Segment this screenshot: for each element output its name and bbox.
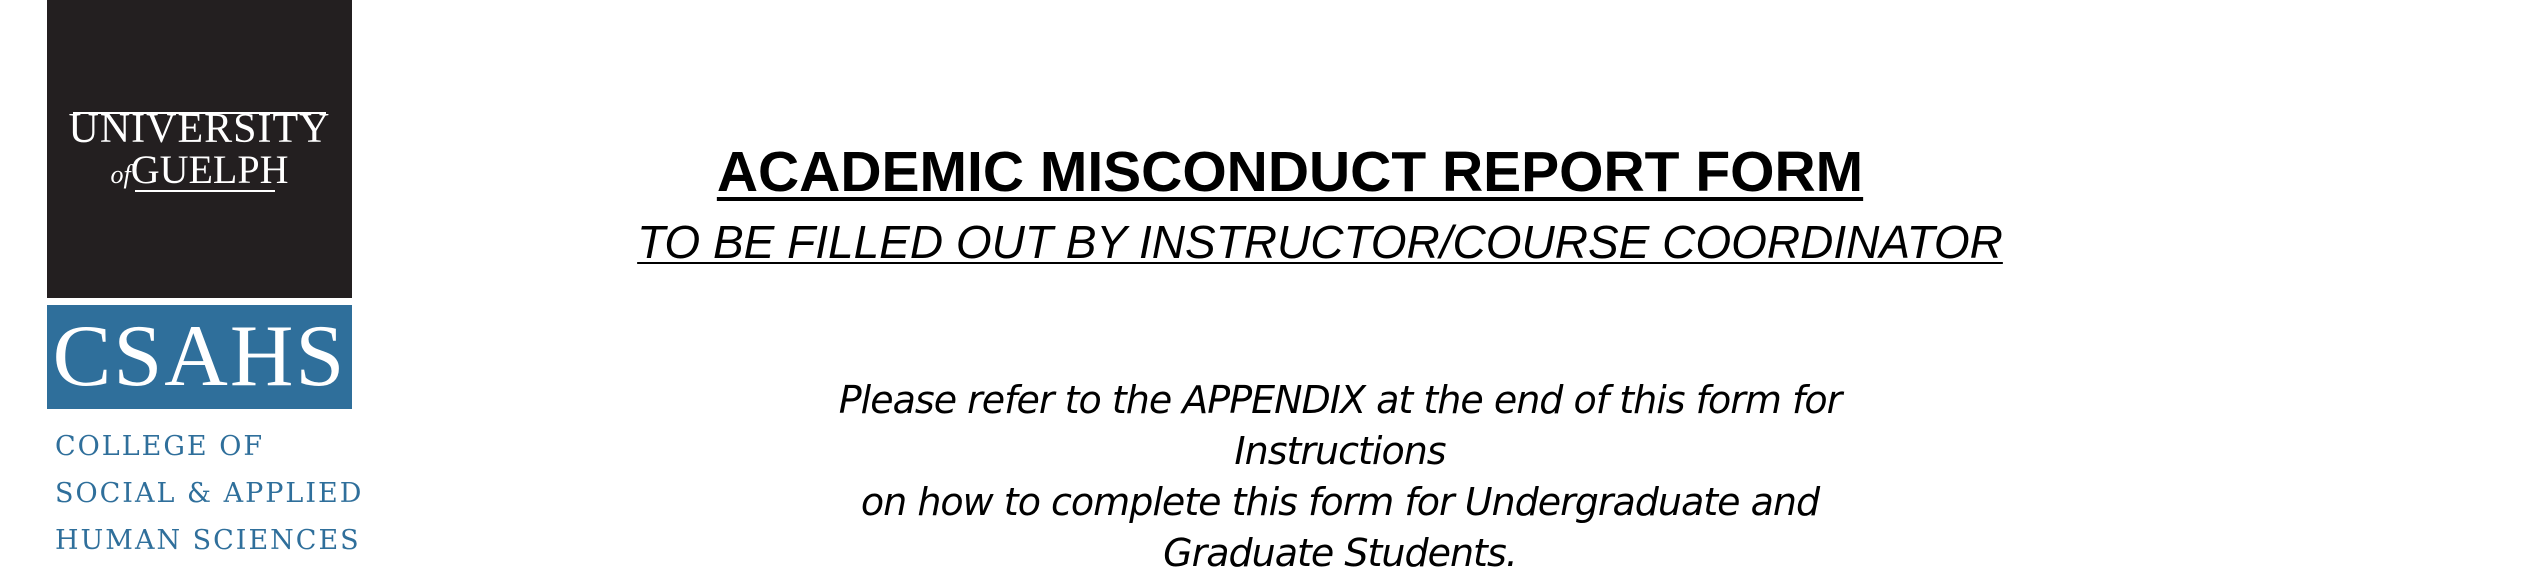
- instruction-text: Please refer to the APPENDIX at the end …: [740, 375, 1940, 579]
- college-name-line-1: COLLEGE OF: [55, 431, 265, 462]
- form-title: ACADEMIC MISCONDUCT REPORT FORM: [716, 140, 1864, 204]
- college-abbrev-banner: CSAHS: [47, 305, 352, 409]
- instruction-line-2: on how to complete this form for Undergr…: [860, 480, 1820, 524]
- form-subtitle: TO BE FILLED OUT BY INSTRUCTOR/COURSE CO…: [637, 216, 2003, 268]
- logo-guelph-line: ofGUELPH: [47, 150, 352, 195]
- instruction-line-1: Please refer to the APPENDIX at the end …: [838, 378, 1842, 473]
- logo-of-text: of: [110, 160, 131, 189]
- logo-university-text: UNIVERSITY: [68, 106, 331, 152]
- logo-rule-bottom: [135, 190, 275, 192]
- logo-guelph-text: GUELPH: [130, 147, 289, 192]
- college-name-line-3: HUMAN SCIENCES: [55, 525, 361, 556]
- university-logo: UNIVERSITY ofGUELPH: [47, 0, 352, 298]
- college-name-line-2: SOCIAL & APPLIED: [55, 478, 364, 509]
- instruction-line-3: Graduate Students.: [1163, 531, 1518, 575]
